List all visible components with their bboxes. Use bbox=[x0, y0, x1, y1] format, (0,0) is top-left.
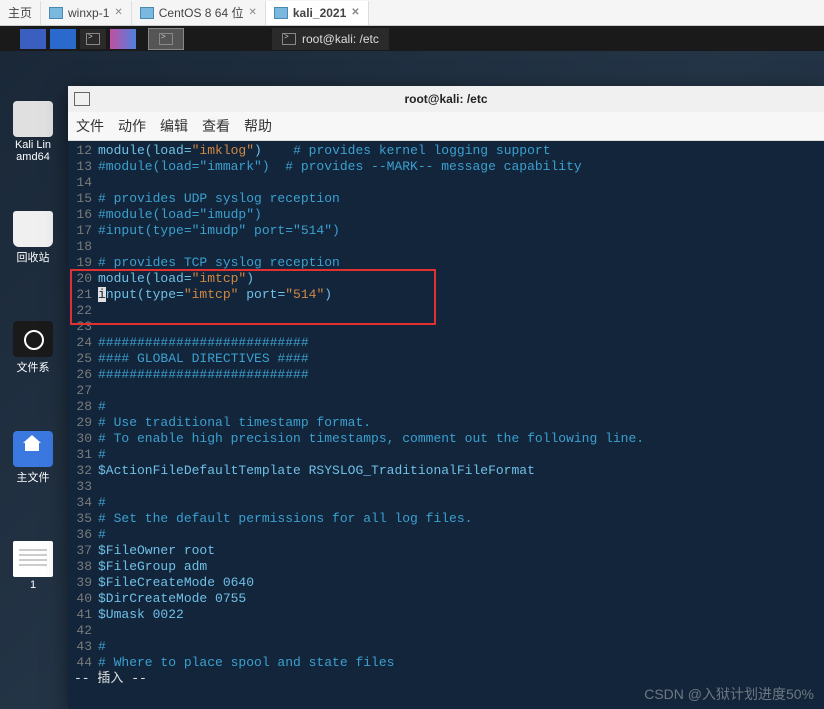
code-line: 43# bbox=[68, 639, 824, 655]
code-line: 37$FileOwner root bbox=[68, 543, 824, 559]
vim-status-line: -- 插入 -- bbox=[68, 671, 824, 687]
desktop: KALI BY OFFENSIVE SECURIT Kali Lin amd64… bbox=[0, 51, 824, 709]
host-icon bbox=[274, 7, 288, 19]
taskbar-window-title: root@kali: /etc bbox=[302, 32, 379, 46]
code-line: 26########################### bbox=[68, 367, 824, 383]
active-terminal-button[interactable] bbox=[148, 28, 184, 50]
vm-tab[interactable]: winxp-1 ✕ bbox=[41, 1, 132, 25]
code-line: 13#module(load="immark") # provides --MA… bbox=[68, 159, 824, 175]
code-line: 30# To enable high precision timestamps,… bbox=[68, 431, 824, 447]
vm-tab-label: 主页 bbox=[8, 4, 32, 21]
menu-item[interactable]: 编辑 bbox=[160, 116, 188, 136]
desktop-icon-home[interactable]: 主文件 bbox=[10, 431, 56, 485]
vm-tab[interactable]: CentOS 8 64 位 ✕ bbox=[132, 1, 266, 25]
file-manager-button[interactable] bbox=[50, 29, 76, 49]
taskbar-window-item[interactable]: root@kali: /etc bbox=[272, 28, 389, 50]
code-line: 39$FileCreateMode 0640 bbox=[68, 575, 824, 591]
code-line: 34# bbox=[68, 495, 824, 511]
code-line: 22 bbox=[68, 303, 824, 319]
icon-label: 1 bbox=[10, 579, 56, 591]
code-line: 19# provides TCP syslog reception bbox=[68, 255, 824, 271]
menu-item[interactable]: 动作 bbox=[118, 116, 146, 136]
code-line: 33 bbox=[68, 479, 824, 495]
app-button[interactable] bbox=[110, 29, 136, 49]
code-line: 21input(type="imtcp" port="514") bbox=[68, 287, 824, 303]
code-line: 42 bbox=[68, 623, 824, 639]
code-line: 15# provides UDP syslog reception bbox=[68, 191, 824, 207]
code-line: 29# Use traditional timestamp format. bbox=[68, 415, 824, 431]
code-line: 36# bbox=[68, 527, 824, 543]
code-line: 38$FileGroup adm bbox=[68, 559, 824, 575]
code-line: 27 bbox=[68, 383, 824, 399]
code-line: 28# bbox=[68, 399, 824, 415]
terminal-icon bbox=[282, 33, 296, 45]
kali-taskbar: root@kali: /etc bbox=[0, 26, 824, 51]
close-icon[interactable]: ✕ bbox=[248, 7, 256, 18]
menu-item[interactable]: 帮助 bbox=[244, 116, 272, 136]
desktop-icon-filesystem[interactable]: 文件系 bbox=[10, 321, 56, 375]
vm-tab-bar: 主页 winxp-1 ✕ CentOS 8 64 位 ✕ kali_2021 ✕ bbox=[0, 0, 824, 26]
vm-tab[interactable]: 主页 bbox=[0, 1, 41, 25]
terminal-editor-body[interactable]: 12module(load="imklog") # provides kerne… bbox=[68, 141, 824, 709]
code-line: 17#input(type="imudp" port="514") bbox=[68, 223, 824, 239]
code-line: 41$Umask 0022 bbox=[68, 607, 824, 623]
code-line: 14 bbox=[68, 175, 824, 191]
menu-item[interactable]: 查看 bbox=[202, 116, 230, 136]
code-line: 31# bbox=[68, 447, 824, 463]
terminal-icon bbox=[74, 92, 90, 106]
vm-tab-label: CentOS 8 64 位 bbox=[159, 4, 244, 21]
code-line: 16#module(load="imudp") bbox=[68, 207, 824, 223]
icon-label: 回收站 bbox=[10, 249, 56, 265]
code-line: 44# Where to place spool and state files bbox=[68, 655, 824, 671]
menu-item[interactable]: 文件 bbox=[76, 116, 104, 136]
terminal-window: root@kali: /etc 文件动作编辑查看帮助 12module(load… bbox=[68, 86, 824, 709]
code-line: 32$ActionFileDefaultTemplate RSYSLOG_Tra… bbox=[68, 463, 824, 479]
code-line: 25#### GLOBAL DIRECTIVES #### bbox=[68, 351, 824, 367]
code-line: 24########################### bbox=[68, 335, 824, 351]
close-icon[interactable]: ✕ bbox=[114, 7, 122, 18]
terminal-titlebar[interactable]: root@kali: /etc bbox=[68, 86, 824, 112]
code-line: 20module(load="imtcp") bbox=[68, 271, 824, 287]
code-line: 40$DirCreateMode 0755 bbox=[68, 591, 824, 607]
close-icon[interactable]: ✕ bbox=[351, 7, 359, 18]
code-line: 18 bbox=[68, 239, 824, 255]
host-icon bbox=[140, 7, 154, 19]
terminal-shortcut[interactable] bbox=[80, 29, 106, 49]
icon-label: Kali Lin amd64 bbox=[10, 139, 56, 163]
desktop-icon-kali-installer[interactable]: Kali Lin amd64 bbox=[10, 101, 56, 163]
terminal-menu-bar: 文件动作编辑查看帮助 bbox=[68, 112, 824, 141]
code-line: 35# Set the default permissions for all … bbox=[68, 511, 824, 527]
icon-label: 主文件 bbox=[10, 469, 56, 485]
vm-tab-label: kali_2021 bbox=[293, 6, 346, 20]
vm-tab-label: winxp-1 bbox=[68, 6, 109, 20]
host-icon bbox=[49, 7, 63, 19]
terminal-title-text: root@kali: /etc bbox=[404, 92, 487, 106]
code-line: 12module(load="imklog") # provides kerne… bbox=[68, 143, 824, 159]
icon-label: 文件系 bbox=[10, 359, 56, 375]
desktop-icon-trash[interactable]: 回收站 bbox=[10, 211, 56, 265]
show-desktop-button[interactable] bbox=[20, 29, 46, 49]
desktop-icon-document[interactable]: 1 bbox=[10, 541, 56, 591]
code-line: 23 bbox=[68, 319, 824, 335]
vm-tab[interactable]: kali_2021 ✕ bbox=[266, 1, 369, 25]
